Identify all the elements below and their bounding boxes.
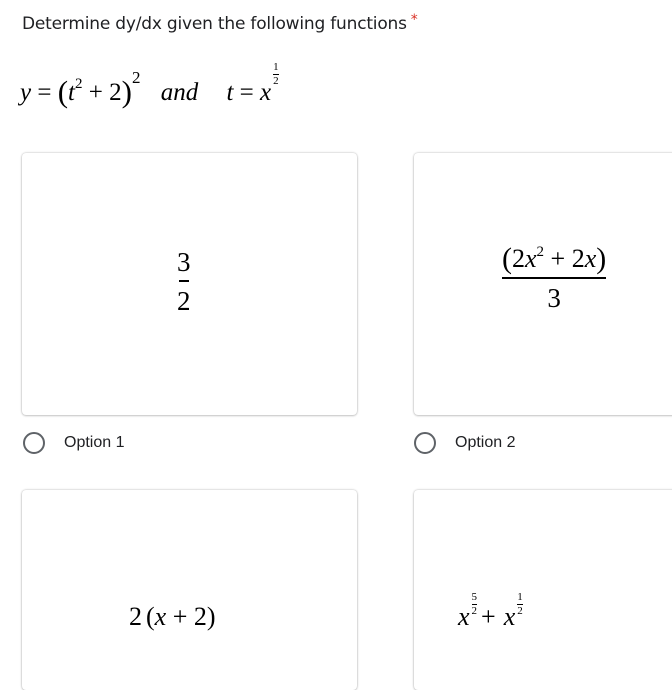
x: x — [525, 244, 537, 273]
eq-equals: = — [37, 79, 52, 106]
plus-sign: + — [481, 602, 496, 631]
radio-button-option-2[interactable] — [414, 432, 436, 454]
required-asterisk: * — [410, 12, 418, 28]
exp-denominator: 2 — [273, 75, 279, 87]
option-1-image-card[interactable]: 3 2 — [22, 153, 357, 415]
exponent-fraction: 12 — [517, 592, 523, 617]
x: x — [458, 602, 470, 631]
plus-term: + 2 — [166, 602, 207, 631]
eq-x: x — [260, 79, 272, 106]
fraction-bar — [179, 280, 189, 282]
exp-numerator: 1 — [273, 61, 279, 73]
plus-term: + 2 — [544, 244, 585, 273]
option-2-math: (2x2 + 2x) 3 — [502, 242, 607, 313]
option-3-math: 2 (x + 2) — [129, 602, 216, 632]
exp-denominator: 2 — [517, 605, 523, 617]
open-paren: ( — [502, 242, 512, 275]
coefficient: 2 — [512, 244, 525, 273]
exp-denominator: 2 — [471, 605, 478, 617]
eq-t: t — [68, 79, 75, 106]
eq-equals-2: = — [239, 79, 254, 106]
option-4-image-card[interactable]: x 5 2 + x 1 2 — [414, 490, 672, 690]
option-2-label[interactable]: Option 2 — [455, 434, 515, 452]
exponent: 2 — [536, 244, 545, 260]
numerator: 3 — [177, 247, 191, 277]
x: x — [503, 602, 516, 631]
fraction-bar — [502, 277, 607, 279]
eq-t-exponent: 2 — [75, 76, 83, 92]
option-4-math: x 5 2 + x 1 2 — [458, 592, 523, 632]
option-2-image-card[interactable]: (2x2 + 2x) 3 — [414, 153, 672, 415]
option-3-image-card[interactable]: 2 (x + 2) — [22, 490, 357, 690]
question-title: Determine dy/dx given the following func… — [22, 12, 418, 34]
eq-outer-exponent: 2 — [131, 68, 141, 87]
eq-plus-two: + 2 — [88, 79, 122, 106]
option-1-radio-row[interactable]: Option 1 — [23, 432, 124, 454]
close-paren: ) — [596, 242, 607, 275]
open-paren: ( — [146, 602, 155, 631]
question-equation: y = (t2 + 2)2 and t = x12 — [20, 62, 279, 109]
option-1-label[interactable]: Option 1 — [64, 434, 124, 452]
exp-numerator: 5 — [471, 591, 478, 603]
eq-open-paren: ( — [57, 74, 69, 109]
option-1-math: 3 2 — [177, 249, 191, 315]
coefficient: 2 — [129, 602, 142, 631]
denominator: 3 — [547, 283, 561, 313]
exp-numerator: 1 — [517, 591, 523, 603]
x: x — [154, 602, 167, 631]
numerator: (2x2 + 2x) — [502, 242, 607, 275]
exponent-fraction: 52 — [471, 591, 478, 617]
eq-close-paren: ) — [121, 74, 132, 109]
eq-y: y — [20, 79, 32, 106]
eq-t-lhs: t — [226, 79, 234, 106]
option-2-radio-row[interactable]: Option 2 — [414, 432, 515, 454]
close-paren: ) — [206, 602, 216, 631]
question-text: Determine dy/dx given the following func… — [22, 14, 407, 34]
denominator: 2 — [177, 286, 191, 316]
eq-x-exponent: 12 — [273, 62, 279, 87]
fraction: (2x2 + 2x) 3 — [502, 242, 607, 313]
fraction: 3 2 — [177, 249, 191, 315]
x: x — [584, 244, 597, 273]
radio-button-option-1[interactable] — [23, 432, 45, 454]
eq-and: and — [160, 79, 199, 106]
